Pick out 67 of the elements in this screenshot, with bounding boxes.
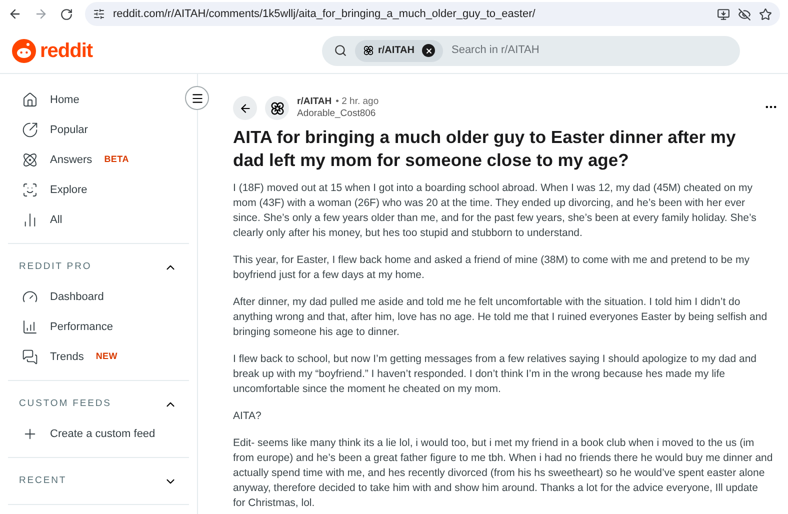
- chip-clear-icon[interactable]: [422, 44, 436, 57]
- post-time: • 2 hr. ago: [336, 96, 379, 108]
- sidebar-item[interactable]: Performance: [0, 312, 197, 342]
- reload-icon[interactable]: [60, 8, 73, 20]
- bar-chart-icon: [22, 212, 38, 228]
- sidebar-item[interactable]: Popular: [0, 115, 197, 145]
- back-button[interactable]: [233, 96, 257, 120]
- atom-icon: [22, 152, 38, 168]
- sidebar-item[interactable]: Trends NEW: [0, 342, 197, 372]
- subreddit-chip[interactable]: r/AITAH: [355, 40, 444, 62]
- section-header[interactable]: REDDIT PRO: [8, 252, 189, 282]
- search-field[interactable]: r/AITAH Search in r/AITAH: [322, 36, 740, 66]
- section-title: CUSTOM FEEDS: [19, 396, 112, 411]
- author-link[interactable]: Adorable_Cost806: [297, 108, 756, 120]
- nav-label: Explore: [50, 182, 88, 198]
- post-paragraph: Edit- seems like many think its a lie lol, i would too, but i met my friend in a book club when i moved to the us (im from europe) and he’s been a great father figure to me tbh. When i had no friends there he would buy me dinner and actually spend time with me, and hes recently divorced (from his hs sweetheart) so he would’ve spent easter alone anyway, therefore decided to take him with and show him around. Thanks a lot for the advice everyone, Ill update for Christmas, lol.: [233, 436, 773, 511]
- plus-icon: [22, 426, 38, 442]
- collapse-sidebar-button[interactable]: [185, 86, 209, 110]
- section-header[interactable]: CUSTOM FEEDS: [8, 389, 189, 419]
- site-settings-icon[interactable]: [93, 8, 105, 20]
- sidebar-item[interactable]: Explore: [0, 175, 197, 205]
- section-title: RECENT: [19, 474, 67, 488]
- menu-icon: [190, 92, 204, 104]
- chat-bubbles-icon: [22, 349, 38, 365]
- search-input[interactable]: Search in r/AITAH: [451, 42, 728, 59]
- subreddit-avatar[interactable]: [265, 96, 289, 120]
- post-paragraph: This year, for Easter, I flew back home and asked a friend of mine (38M) to come with me and pretend to be my boyfriend just for a few days at my home.: [233, 253, 750, 283]
- section-header[interactable]: RECENT: [8, 466, 189, 496]
- post-title: AITA for bringing a much older guy to Easter dinner after my dad left my mom for someone close to my age?: [233, 126, 737, 172]
- gauge-icon: [22, 289, 38, 305]
- subreddit-link[interactable]: r/AITAH: [297, 96, 332, 108]
- house-icon: [22, 92, 38, 108]
- nav-label: Performance: [50, 320, 113, 335]
- reddit-logo-icon[interactable]: [12, 38, 36, 62]
- bar-chart-icon: [22, 319, 38, 335]
- bookmark-star-icon[interactable]: [759, 8, 772, 20]
- flower-icon: [363, 45, 374, 56]
- post-paragraph: I flew back to school, but now I’m getting messages from a few relatives saying I should apologize to my dad and break up with my “boyfriend.” I haven’t responded. I don’t think I’m in the wrong because hes made my life uncomfortable since the moment he cheated on my mom.: [233, 352, 758, 397]
- nav-label: Create a custom feed: [50, 426, 156, 442]
- sidebar-item[interactable]: All: [0, 205, 197, 235]
- address-bar[interactable]: reddit.com/r/AITAH/comments/1k5wllj/aita_for_bringing_a_much_older_guy_to_easter/: [85, 2, 780, 26]
- nav-label: Dashboard: [50, 290, 104, 305]
- sidebar-item[interactable]: Create a custom feed: [0, 419, 197, 449]
- nav-label: Answers: [50, 152, 92, 168]
- sidebar-item[interactable]: Answers BETA: [0, 145, 197, 175]
- post-paragraph: AITA?: [233, 409, 262, 424]
- nav-tag-label: BETA: [104, 153, 129, 166]
- post-paragraph: I (18F) moved out at 15 when I got into a boarding school abroad. When I was 12, my dad (45M) cheated on my mom (43F) with a woman (26F) who was 20 at the time. They ended up divorcing, and he’s been with her ever since. She’s only a few years older than me, and for the past few years, she’s been at every family holiday. She’s clearly only after his money, but hes too stupid and stubborn to understand.: [233, 181, 758, 241]
- chip-label: r/AITAH: [378, 44, 414, 58]
- post-paragraph: After dinner, my dad pulled me aside and told me he felt uncomfortable with the situation. I told him I didn’t do anything wrong and that, after him, love has no age. He told me that I ruined everyones Easter by being selfish and bringing someone his age to dinner.: [233, 295, 768, 340]
- nav-tag-label: NEW: [96, 350, 118, 364]
- nav-label: Trends: [50, 350, 84, 365]
- nav-label: Popular: [50, 122, 88, 138]
- face-icon: [22, 182, 38, 198]
- arrow-circle-icon: [22, 122, 38, 138]
- forward-icon[interactable]: [34, 7, 48, 21]
- sidebar-item[interactable]: Dashboard: [0, 282, 197, 312]
- url-text: reddit.com/r/AITAH/comments/1k5wllj/aita_for_bringing_a_much_older_guy_to_easter/: [113, 6, 536, 22]
- nav-label: Home: [50, 92, 80, 108]
- search-icon: [334, 44, 347, 57]
- eye-off-icon[interactable]: [738, 8, 751, 20]
- back-icon[interactable]: [8, 7, 22, 21]
- install-icon[interactable]: [717, 8, 730, 20]
- section-title: REDDIT PRO: [19, 260, 92, 274]
- nav-label: All: [50, 212, 62, 228]
- flower-icon: [270, 100, 284, 116]
- arrow-left-icon: [238, 102, 252, 114]
